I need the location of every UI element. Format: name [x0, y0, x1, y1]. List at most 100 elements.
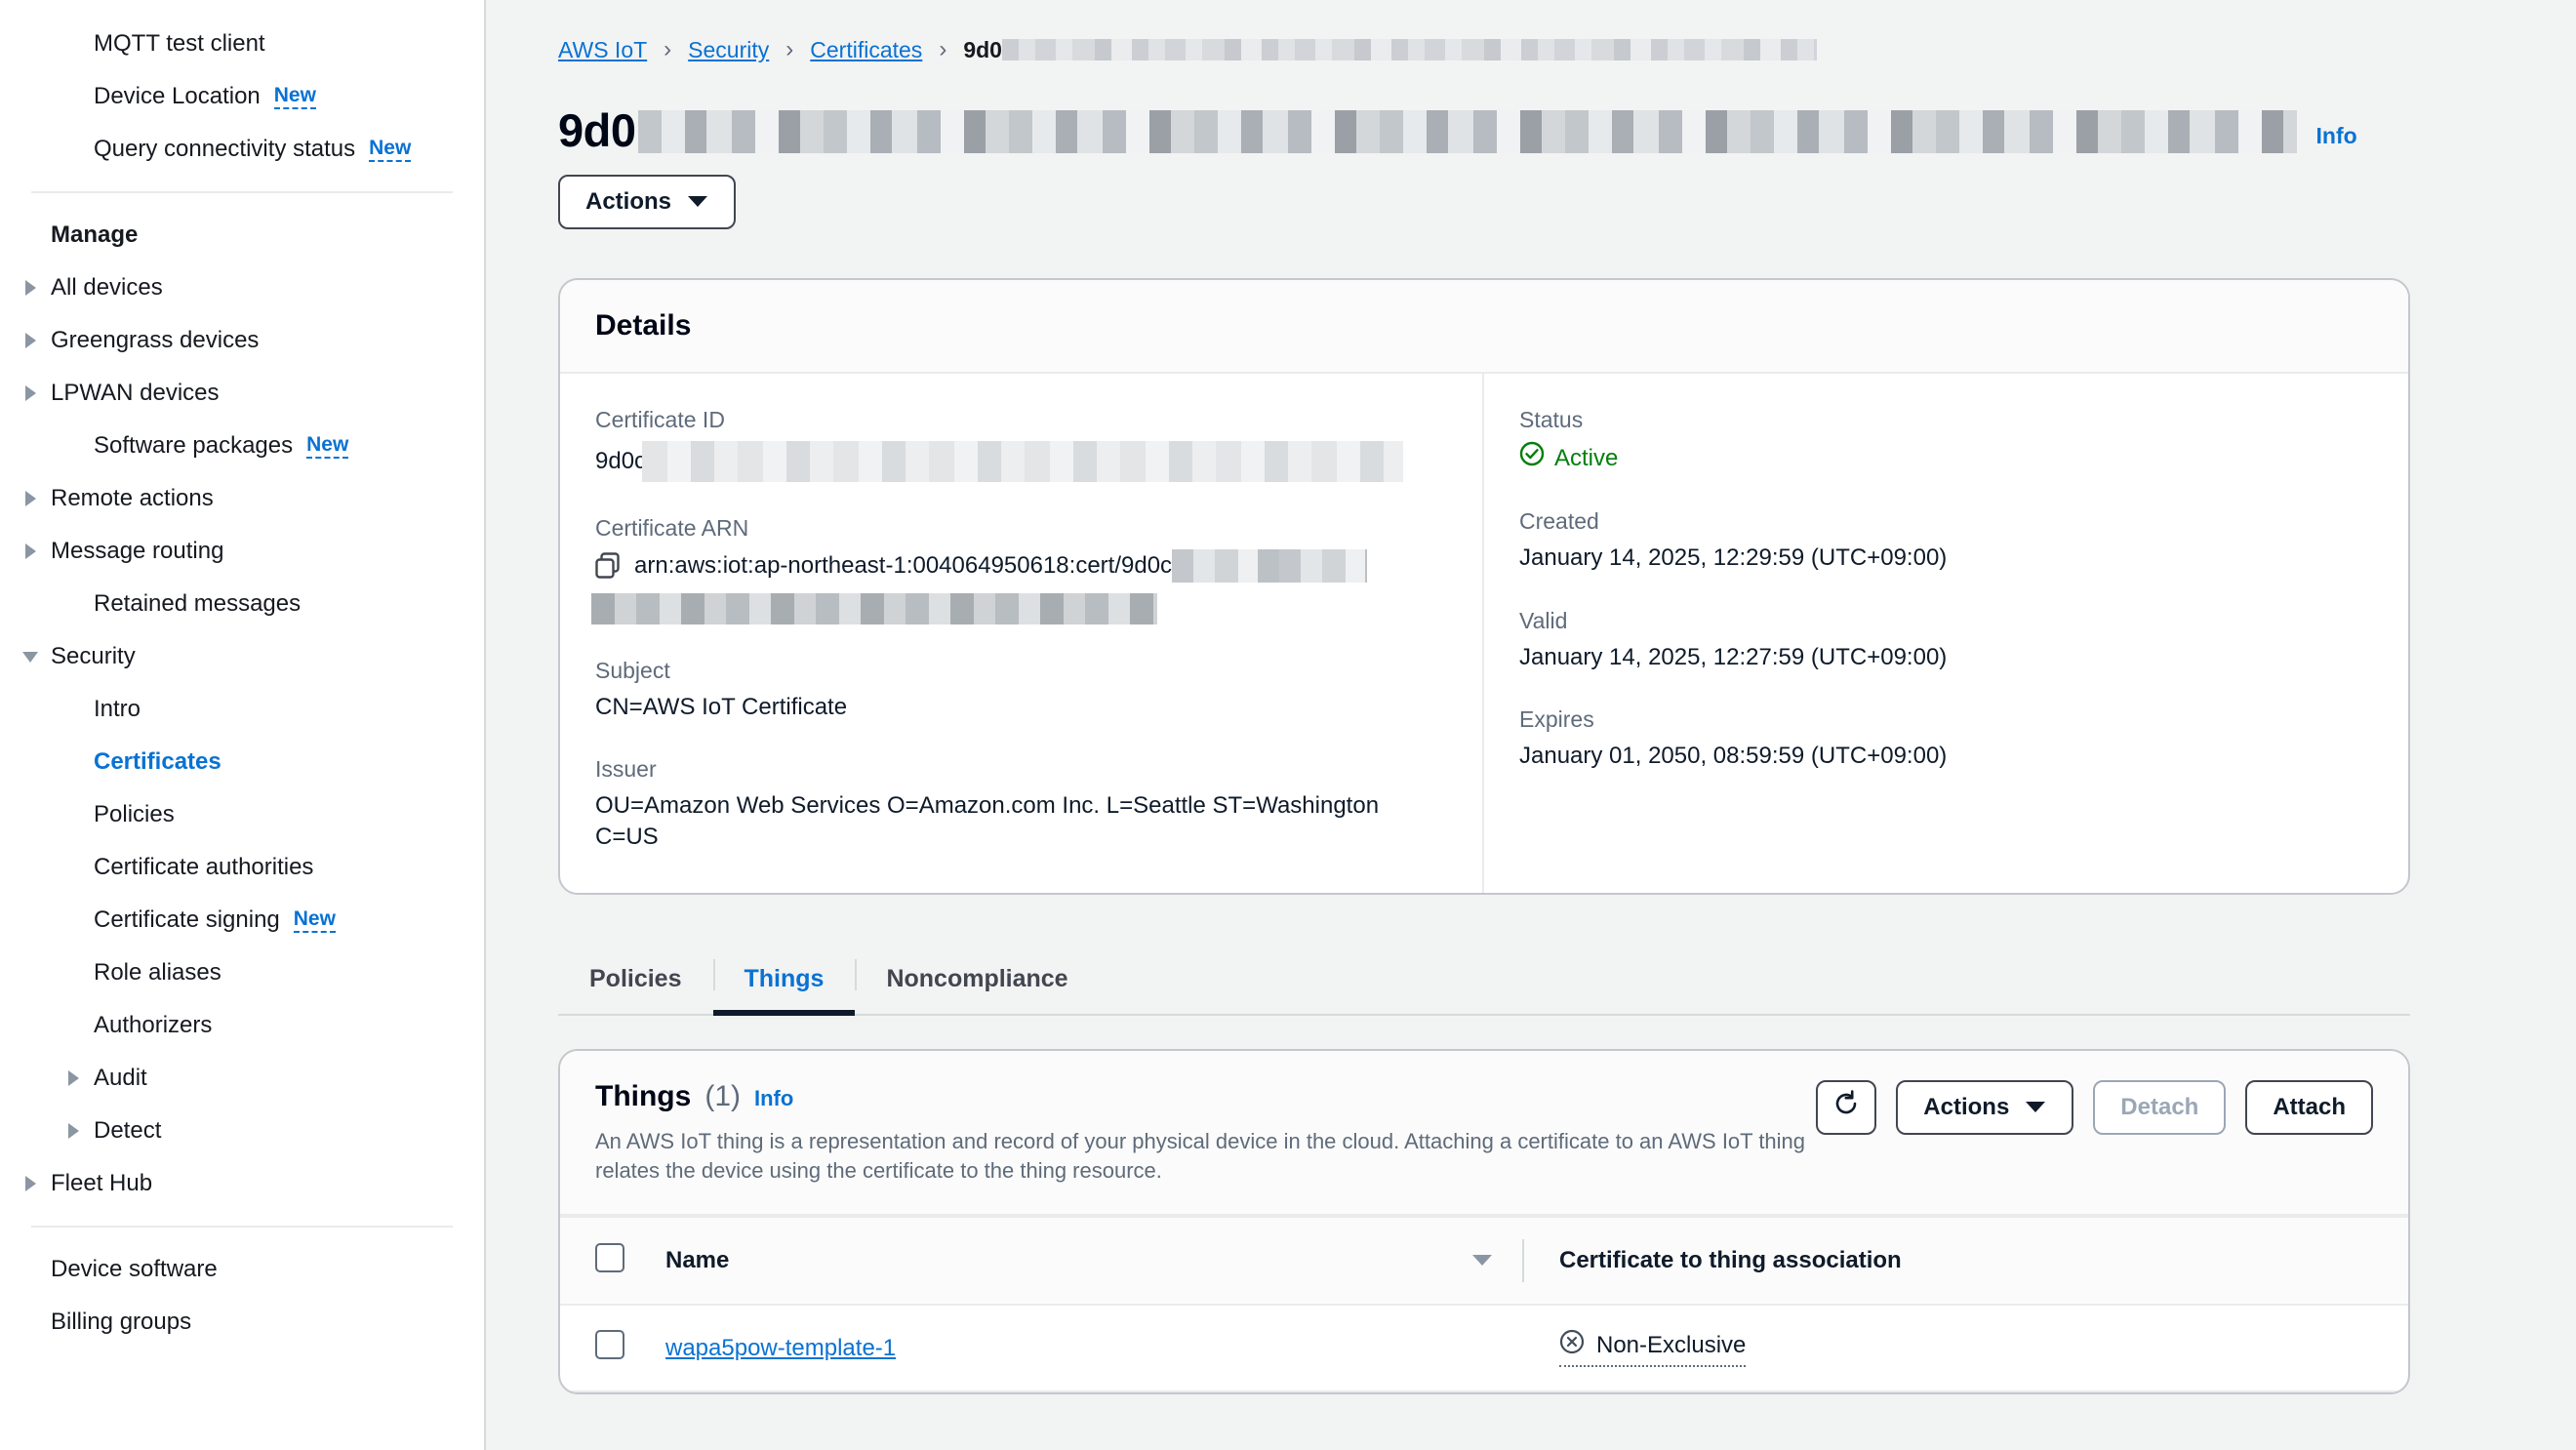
sidebar-item-label: Policies — [94, 801, 175, 827]
select-all-checkbox[interactable] — [595, 1242, 624, 1272]
expires-label: Expires — [1519, 706, 1594, 733]
sidebar-item-device-location[interactable]: Device Location New — [0, 70, 484, 123]
breadcrumb-redacted-region — [1001, 39, 1817, 60]
tab-things[interactable]: Things — [712, 946, 856, 1016]
breadcrumb-item-certificates[interactable]: Certificates — [810, 37, 922, 63]
copy-icon[interactable] — [595, 552, 621, 580]
field-certificate-arn: Certificate ARN arn:aws:iot:ap-northeast… — [591, 515, 1447, 624]
sidebar-item-policies[interactable]: Policies — [0, 788, 484, 841]
things-table: Name Certificate to thing association wa… — [560, 1216, 2408, 1393]
chevron-right-icon[interactable] — [18, 1173, 43, 1194]
chevron-right-icon[interactable] — [60, 1067, 86, 1089]
chevron-right-icon[interactable] — [18, 0, 43, 2]
tab-policies[interactable]: Policies — [558, 946, 713, 1014]
certificate-arn-redacted-region-2 — [591, 592, 1157, 624]
subject-value: CN=AWS IoT Certificate — [595, 693, 848, 720]
breadcrumb-separator: › — [939, 36, 947, 62]
page-title-row: 9d0 Info — [558, 107, 2410, 153]
sidebar-item-retained-messages[interactable]: Retained messages — [0, 578, 484, 630]
sidebar-item-software-packages[interactable]: Software packages New — [0, 420, 484, 472]
things-card: Things (1) Info An AWS IoT thing is a re… — [558, 1048, 2410, 1395]
app-root: Device Advisor MQTT test client Device Loc… — [0, 0, 2576, 1450]
chevron-right-icon[interactable] — [18, 277, 43, 299]
column-header-association: Certificate to thing association — [1524, 1216, 2408, 1307]
created-label: Created — [1519, 508, 1599, 535]
valid-label: Valid — [1519, 607, 1568, 633]
sidebar-divider-2 — [31, 1226, 453, 1228]
sidebar-item-detect[interactable]: Detect — [0, 1105, 484, 1157]
sidebar-item-query-connectivity-status[interactable]: Query connectivity status New — [0, 123, 484, 176]
sidebar-item-security[interactable]: Security — [0, 630, 484, 683]
status-label: Status — [1519, 407, 1584, 432]
things-table-head: Name Certificate to thing association — [560, 1216, 2408, 1307]
chevron-right-icon[interactable] — [18, 383, 43, 404]
chevron-right-icon[interactable] — [18, 541, 43, 562]
sidebar-item-lpwan-devices[interactable]: LPWAN devices — [0, 367, 484, 420]
breadcrumb-item-security[interactable]: Security — [688, 37, 769, 63]
sidebar-item-authorizers[interactable]: Authorizers — [0, 999, 484, 1052]
sidebar-item-label: Greengrass devices — [51, 327, 260, 353]
certificate-arn-redacted-region-1 — [1172, 549, 1368, 583]
field-subject: Subject CN=AWS IoT Certificate — [595, 658, 1447, 723]
things-description: An AWS IoT thing is a representation and… — [595, 1128, 1806, 1183]
chevron-right-icon[interactable] — [18, 330, 43, 351]
sidebar-item-label: Message routing — [51, 538, 224, 564]
certificate-id-label: Certificate ID — [595, 407, 725, 432]
sidebar-item-device-software[interactable]: Device software — [0, 1243, 484, 1296]
issuer-label: Issuer — [595, 756, 657, 783]
column-header-name[interactable]: Name — [665, 1216, 1524, 1307]
sidebar-item-billing-groups[interactable]: Billing groups — [0, 1296, 484, 1349]
sidebar-item-label: Authorizers — [94, 1012, 213, 1038]
page-title: 9d0 — [558, 104, 636, 156]
sidebar-item-message-routing[interactable]: Message routing — [0, 525, 484, 578]
sidebar-item-certificates[interactable]: Certificates — [0, 736, 484, 788]
association-badge[interactable]: Non-Exclusive — [1559, 1329, 1747, 1368]
sidebar-item-label: MQTT test client — [94, 30, 265, 57]
valid-value: January 14, 2025, 12:27:59 (UTC+09:00) — [1519, 643, 1948, 670]
detach-button[interactable]: Detach — [2093, 1079, 2227, 1135]
sidebar-item-intro[interactable]: Intro — [0, 683, 484, 736]
tab-noncompliance[interactable]: Noncompliance — [855, 946, 1099, 1014]
sidebar-item-greengrass-devices[interactable]: Greengrass devices — [0, 314, 484, 367]
breadcrumb-item-9d0: 9d0 — [963, 36, 1002, 62]
sidebar-item-label: Retained messages — [94, 590, 302, 617]
sidebar-item-label: Certificate authorities — [94, 854, 314, 880]
attach-button[interactable]: Attach — [2245, 1079, 2373, 1135]
sidebar-item-certificate-authorities[interactable]: Certificate authorities — [0, 841, 484, 894]
sidebar-top-group: Device Advisor MQTT test client Device Loc… — [0, 0, 484, 176]
sidebar-item-device-advisor[interactable]: Device Advisor — [0, 0, 484, 18]
sidebar-item-role-aliases[interactable]: Role aliases — [0, 947, 484, 999]
sidebar-bottom-group: Device software Billing groups — [0, 1243, 484, 1349]
sidebar-item-fleet-hub[interactable]: Fleet Hub — [0, 1157, 484, 1210]
thing-name-cell: wapa5pow-template-1 — [665, 1305, 1524, 1393]
chevron-down-icon[interactable] — [18, 646, 43, 667]
things-info-link[interactable]: Info — [754, 1086, 793, 1111]
sidebar-item-mqtt-test-client[interactable]: MQTT test client — [0, 18, 484, 70]
actions-button[interactable]: Actions — [558, 175, 737, 229]
things-button-group: Actions Detach Attach — [1816, 1079, 2373, 1135]
sidebar-item-all-devices[interactable]: All devices — [0, 262, 484, 314]
row-checkbox[interactable] — [595, 1330, 624, 1360]
sidebar-item-label: Fleet Hub — [51, 1170, 153, 1196]
breadcrumb-separator: › — [785, 36, 794, 62]
things-table-header-row: Name Certificate to thing association — [560, 1216, 2408, 1307]
sidebar-item-label: Intro — [94, 696, 141, 722]
details-right-column: Status Active Created January 14, 2025, … — [1484, 374, 2408, 893]
breadcrumb-item-aws-iot[interactable]: AWS IoT — [558, 37, 647, 63]
sidebar-item-label: Device software — [51, 1256, 218, 1282]
things-actions-label: Actions — [1923, 1093, 2010, 1120]
sidebar-item-audit[interactable]: Audit — [0, 1052, 484, 1105]
sidebar-item-remote-actions[interactable]: Remote actions — [0, 472, 484, 525]
refresh-button[interactable] — [1816, 1079, 1877, 1135]
page-info-link[interactable]: Info — [2316, 123, 2357, 153]
sort-descending-icon[interactable] — [1471, 1247, 1493, 1274]
new-badge: New — [306, 434, 349, 459]
field-certificate-id: Certificate ID 9d0c — [595, 407, 1447, 482]
sidebar-item-certificate-signing[interactable]: Certificate signing New — [0, 894, 484, 947]
chevron-right-icon[interactable] — [60, 1120, 86, 1142]
thing-name-link[interactable]: wapa5pow-template-1 — [665, 1335, 896, 1361]
certificate-arn-value-row: arn:aws:iot:ap-northeast-1:004064950618:… — [591, 549, 1447, 624]
breadcrumb-separator: › — [664, 36, 672, 62]
things-actions-button[interactable]: Actions — [1896, 1079, 2074, 1135]
chevron-right-icon[interactable] — [18, 488, 43, 509]
